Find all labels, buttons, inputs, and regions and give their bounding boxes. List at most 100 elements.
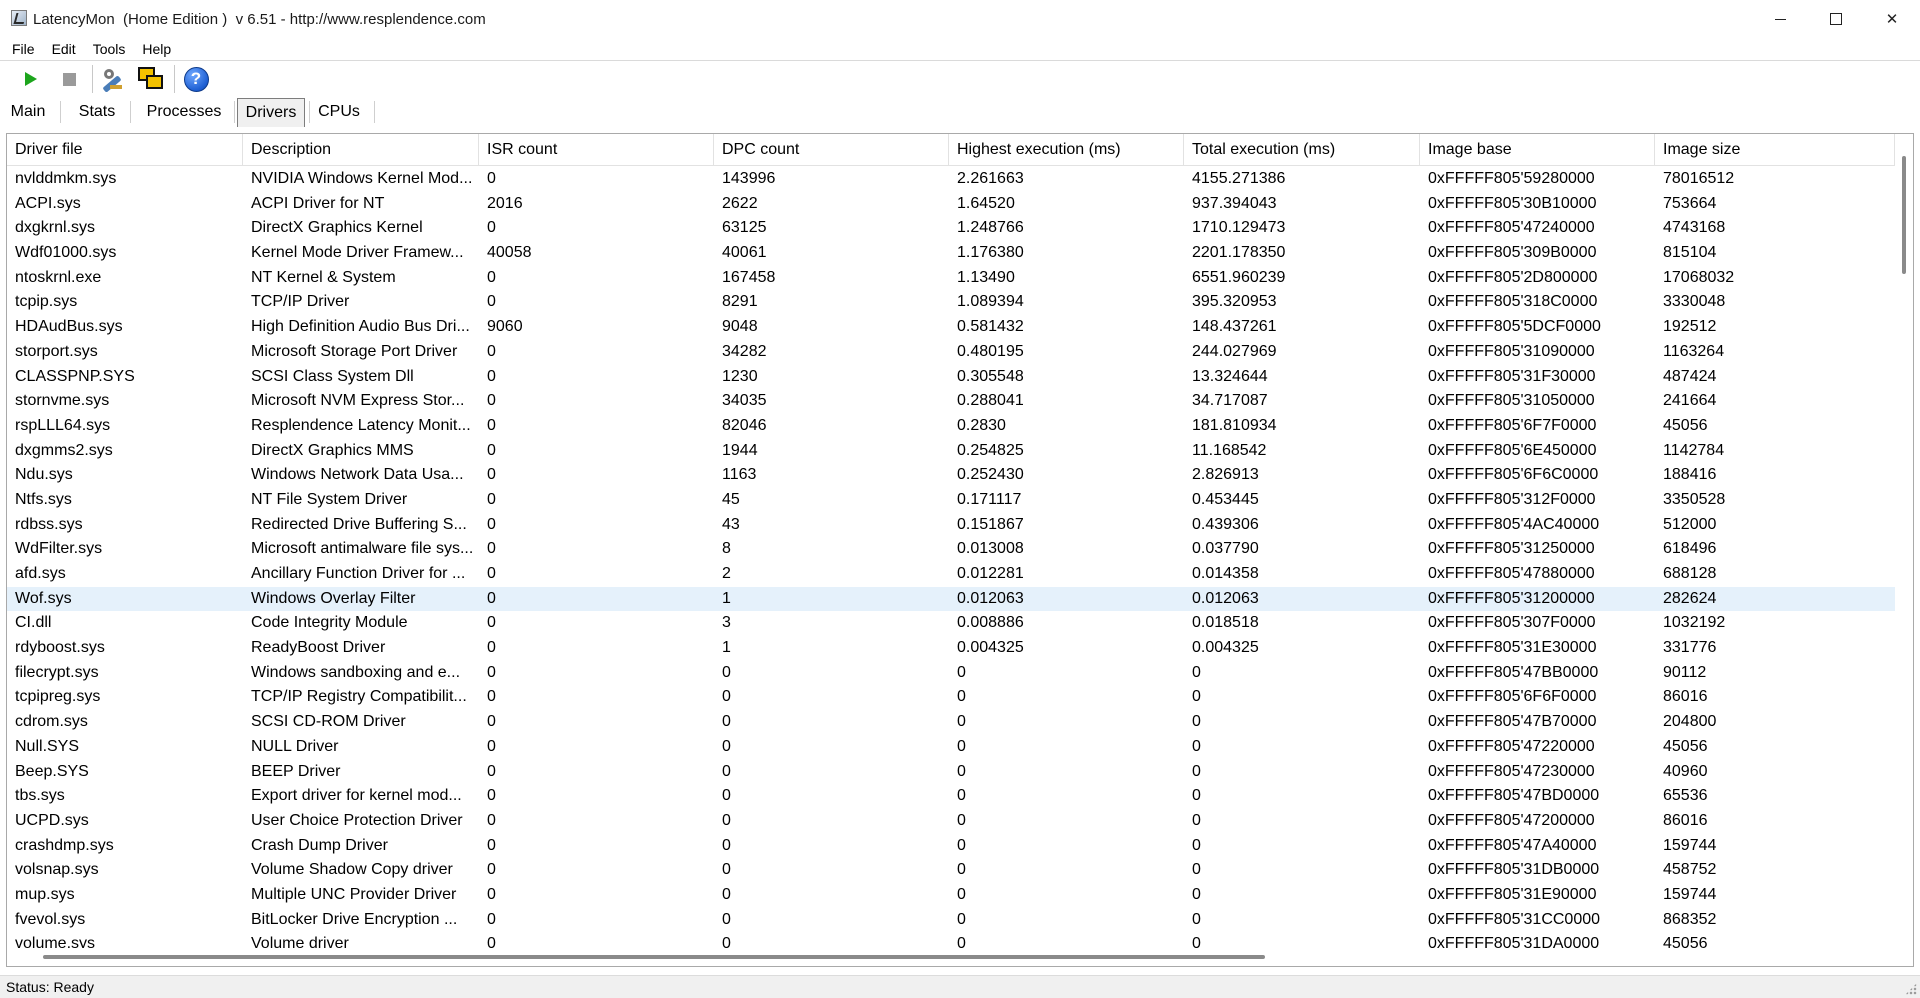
table-row[interactable]: crashdmp.sys Crash Dump Driver 0 0 0 0 0xFFFFF… [7,834,1895,859]
table-row[interactable]: nvlddmkm.sys NVIDIA Windows Kernel Mod...… [7,167,1895,192]
start-monitor-button[interactable] [16,64,46,94]
table-row[interactable]: Ntfs.sys NT File System Driver 0 45 0.171117… [7,488,1895,513]
tab-drivers[interactable]: Drivers [237,98,305,127]
table-row[interactable]: WdFilter.sys Microsoft antimalware file s… [7,537,1895,562]
table-row[interactable]: Wdf01000.sys Kernel Mode Driver Framew...… [7,241,1895,266]
table-cell: 148.437261 [1192,318,1277,336]
column-header[interactable]: Image size [1655,134,1895,166]
tab-cpus[interactable]: CPUs [313,97,365,126]
tab-divider [130,101,131,123]
column-header[interactable]: DPC count [714,134,949,166]
table-cell: 188416 [1663,466,1717,484]
table-row[interactable]: dxgkrnl.sys DirectX Graphics Kernel 0 63125… [7,216,1895,241]
toolbar-separator [92,65,93,93]
horizontal-scroll-thumb[interactable] [43,955,1265,959]
table-cell: 0xFFFFF805'2D800000 [1428,268,1598,286]
table-row[interactable]: Beep.SYS BEEP Driver 0 0 0 0 0xFFFFF805'472300… [7,760,1895,785]
table-row[interactable]: tcpip.sys TCP/IP Driver 0 8291 1.089394 395.3… [7,290,1895,315]
table-cell: Windows Overlay Filter [251,589,416,607]
table-cell: Volume Shadow Copy driver [251,861,453,879]
menu-help[interactable]: Help [140,40,173,58]
table-cell: 4155.271386 [1192,170,1286,187]
tab-processes[interactable]: Processes [138,97,230,126]
menu-file[interactable]: File [10,40,37,58]
table-cell: 1.089394 [957,293,1024,311]
table-row[interactable]: ACPI.sys ACPI Driver for NT 2016 2622 1.6452… [7,192,1895,217]
table-row[interactable]: filecrypt.sys Windows sandboxing and e...… [7,661,1895,686]
column-header[interactable]: Image base [1420,134,1655,166]
windows-button[interactable] [136,64,166,94]
table-row[interactable]: rspLLL64.sys Resplendence Latency Monit..… [7,414,1895,439]
toolbar: ? [0,61,1920,97]
table-cell: 0xFFFFF805'59280000 [1428,170,1595,187]
table-cell: 0 [722,762,731,780]
table-cell: NULL Driver [251,737,339,755]
table-row[interactable]: storport.sys Microsoft Storage Port Drive… [7,340,1895,365]
table-cell: ACPI.sys [15,194,81,212]
table-cell: User Choice Protection Driver [251,811,463,829]
table-cell: DirectX Graphics MMS [251,441,414,459]
table-row[interactable]: Wof.sys Windows Overlay Filter 0 1 0.012063 0… [7,586,1895,612]
column-header[interactable]: Highest execution (ms) [949,134,1184,166]
title-bar[interactable]: LatencyMon (Home Edition ) v 6.51 - http… [0,0,1920,38]
table-cell: 0.480195 [957,342,1024,360]
column-header[interactable]: Driver file [7,134,243,166]
table-row[interactable]: Null.SYS NULL Driver 0 0 0 0 0xFFFFF805'472200… [7,735,1895,760]
table-cell: 159744 [1663,836,1717,854]
table-cell: 0 [957,762,966,780]
table-row[interactable]: mup.sys Multiple UNC Provider Driver 0 0 0 0 0… [7,883,1895,908]
table-row[interactable]: fvevol.sys BitLocker Drive Encryption ...… [7,908,1895,933]
minimize-button[interactable] [1752,0,1808,38]
table-cell: Microsoft antimalware file sys... [251,540,474,558]
table-row[interactable]: CI.dll Code Integrity Module 0 3 0.008886 0.0… [7,611,1895,636]
table-row[interactable]: rdbss.sys Redirected Drive Buffering S...… [7,513,1895,538]
table-cell: 0.014358 [1192,565,1259,582]
table-cell: 0 [487,392,496,410]
tools-button[interactable] [97,64,127,94]
column-header[interactable]: ISR count [479,134,714,166]
help-button[interactable]: ? [181,64,211,94]
table-cell: 0.012281 [957,565,1024,582]
table-row[interactable]: UCPD.sys User Choice Protection Driver 0 0 0… [7,809,1895,834]
table-cell: 0.012063 [1192,589,1259,607]
column-header[interactable]: Description [243,134,479,166]
table-cell: TCP/IP Registry Compatibilit... [251,688,467,706]
table-cell: 282624 [1663,589,1717,607]
column-header[interactable]: Total execution (ms) [1184,134,1420,166]
table-row[interactable]: cdrom.sys SCSI CD-ROM Driver 0 0 0 0 0xFFFFF80… [7,710,1895,735]
menu-edit[interactable]: Edit [50,40,78,58]
drivers-table[interactable]: Driver file Description ISR count DPC co… [6,133,1914,967]
table-row[interactable]: ntoskrnl.exe NT Kernel & System 0 167458 1.1… [7,266,1895,291]
table-cell: Microsoft NVM Express Stor... [251,392,465,410]
table-cell: 0 [957,737,966,755]
tab-divider [374,101,375,123]
close-button[interactable] [1864,0,1920,38]
table-row[interactable]: CLASSPNP.SYS SCSI Class System Dll 0 1230 0.… [7,365,1895,390]
table-cell: 0.254825 [957,441,1024,459]
menu-tools[interactable]: Tools [91,40,128,58]
table-row[interactable]: dxgmms2.sys DirectX Graphics MMS 0 1944 0.25… [7,439,1895,464]
table-cell: 1163264 [1663,342,1725,360]
table-row[interactable]: tcpipreg.sys TCP/IP Registry Compatibilit… [7,685,1895,710]
table-cell: 815104 [1663,244,1717,262]
vertical-scroll-thumb[interactable] [1902,156,1906,274]
resize-grip[interactable] [1905,983,1917,995]
horizontal-scrollbar[interactable] [7,948,1895,966]
stop-monitor-button[interactable] [54,64,84,94]
table-cell: 1142784 [1663,441,1725,459]
tab-stats[interactable]: Stats [68,97,126,126]
table-row[interactable]: stornvme.sys Microsoft NVM Express Stor..… [7,389,1895,414]
vertical-scrollbar[interactable] [1895,134,1913,948]
table-row[interactable]: HDAudBus.sys High Definition Audio Bus Dr… [7,315,1895,340]
maximize-button[interactable] [1808,0,1864,38]
table-cell: 1710.129473 [1192,219,1286,237]
table-cell: 167458 [722,268,776,286]
table-row[interactable]: afd.sys Ancillary Function Driver for ...… [7,562,1895,587]
table-cell: 0 [722,688,731,706]
table-row[interactable]: volsnap.sys Volume Shadow Copy driver 0 0 0 0… [7,858,1895,883]
table-cell: 45056 [1663,416,1708,434]
table-row[interactable]: rdyboost.sys ReadyBoost Driver 0 1 0.004325 0… [7,636,1895,661]
table-row[interactable]: Ndu.sys Windows Network Data Usa... 0 1163 0… [7,463,1895,488]
tab-main[interactable]: Main [0,97,56,126]
table-row[interactable]: tbs.sys Export driver for kernel mod... 0 0… [7,784,1895,809]
